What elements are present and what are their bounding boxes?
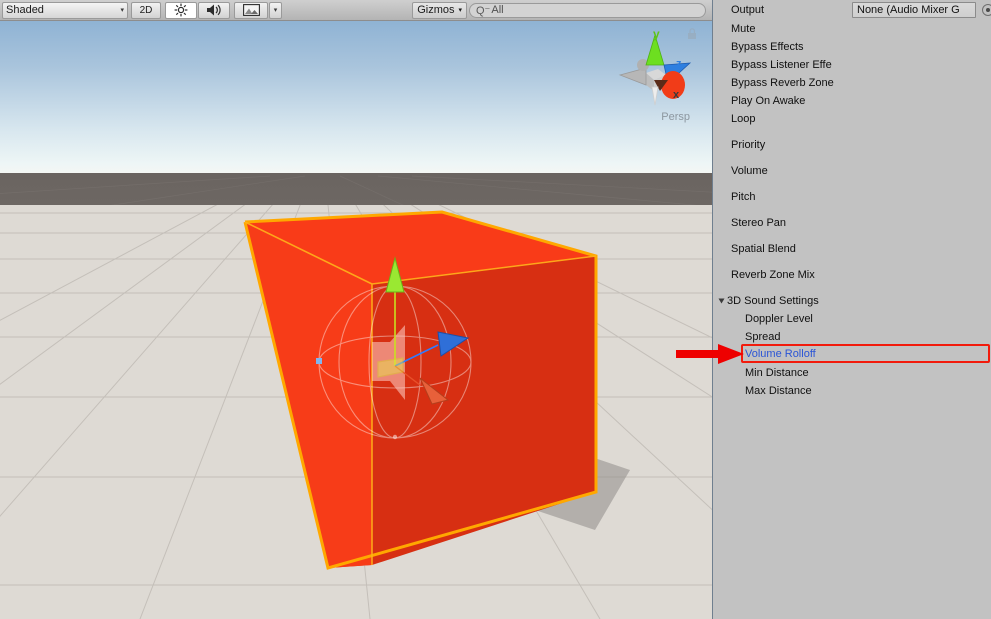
scene-search-text: All: [491, 4, 504, 16]
loop-label: Loop: [731, 111, 755, 127]
scene-view[interactable]: y z x Persp Shaded ▾ 2D ▾ Gizmos ▾ Q⁻ Al…: [0, 0, 712, 619]
min-distance-label-text: Min Distance: [745, 367, 809, 379]
lighting-toggle-button[interactable]: [165, 1, 197, 19]
projection-mode-label: Persp: [661, 111, 690, 123]
draw-mode-dropdown[interactable]: Shaded ▾: [2, 1, 128, 19]
volume-rolloff-label-text: Volume Rolloff: [745, 348, 816, 360]
pitch-label-text: Pitch: [731, 191, 756, 203]
bypass-listener-effects-label-text: Bypass Listener Effe: [731, 59, 832, 71]
scene-search-input[interactable]: Q⁻ All: [469, 2, 706, 18]
draw-mode-label: Shaded: [6, 4, 44, 16]
bypass-reverb-zones-label-text: Bypass Reverb Zone: [731, 77, 834, 89]
bypass-listener-effects-label: Bypass Listener Effe: [731, 57, 832, 73]
gizmo-axis-z: z: [676, 58, 682, 70]
lock-icon: [688, 28, 696, 39]
play-on-awake-label: Play On Awake: [731, 93, 805, 109]
bypass-effects-label: Bypass Effects: [731, 39, 804, 55]
doppler-level-label-text: Doppler Level: [745, 313, 813, 325]
right-arrow-icon: [676, 344, 744, 364]
volume-label-text: Volume: [731, 165, 768, 177]
loop-label-text: Loop: [731, 113, 756, 125]
bypass-effects-label-text: Bypass Effects: [731, 41, 804, 53]
output-label: Output: [731, 4, 765, 16]
output-object-field[interactable]: None (Audio Mixer G: [852, 2, 976, 18]
3d-sound-settings-label: 3D Sound Settings: [727, 295, 819, 307]
reverb-zone-mix-label-text: Reverb Zone Mix: [731, 269, 815, 281]
sun-icon: [174, 3, 188, 17]
scene-grid: [0, 205, 712, 619]
gizmo-axis-y: y: [653, 27, 660, 41]
gizmos-label: Gizmos: [417, 4, 455, 16]
mute-label-text: Mute: [731, 23, 756, 35]
spread-label: Spread: [745, 329, 780, 345]
spatial-blend-label-text: Spatial Blend: [731, 243, 796, 255]
reverb-zone-mix-label: Reverb Zone Mix: [731, 267, 815, 283]
mute-label: Mute: [731, 21, 755, 37]
chevron-down-icon: ▾: [120, 7, 124, 14]
output-value: None (Audio Mixer G: [857, 4, 960, 16]
search-icon: Q⁻: [476, 4, 491, 17]
triangle-down-icon: [718, 298, 725, 304]
volume-rolloff-label: Volume Rolloff: [745, 346, 816, 362]
spatial-blend-label: Spatial Blend: [731, 241, 796, 257]
pitch-label: Pitch: [731, 189, 755, 205]
output-label-row: Output: [731, 2, 764, 18]
priority-label-text: Priority: [731, 139, 766, 151]
spread-label-text: Spread: [745, 331, 781, 343]
speaker-icon: [207, 4, 221, 16]
audio-toggle-button[interactable]: [198, 1, 230, 19]
min-distance-label: Min Distance: [745, 365, 809, 381]
gizmos-dropdown[interactable]: Gizmos ▾: [412, 1, 467, 19]
stereo-pan-label: Stereo Pan: [731, 215, 786, 231]
3d-sound-settings-foldout[interactable]: 3D Sound Settings: [718, 293, 819, 309]
scene-view-toolbar[interactable]: Shaded ▾ 2D ▾ Gizmos ▾ Q⁻ All: [0, 0, 712, 21]
toggle-2d-button[interactable]: 2D: [131, 1, 161, 19]
play-on-awake-label-text: Play On Awake: [731, 95, 806, 107]
image-icon: [242, 4, 260, 16]
bypass-reverb-zones-label: Bypass Reverb Zone: [731, 75, 834, 91]
unity-editor-window: y z x Persp Shaded ▾ 2D ▾ Gizmos ▾ Q⁻ Al…: [0, 0, 991, 619]
chevron-down-icon: ▾: [458, 7, 462, 14]
effects-dropdown-button[interactable]: ▾: [269, 1, 282, 19]
priority-label: Priority: [731, 137, 765, 153]
effects-toggle-button[interactable]: [234, 1, 268, 19]
volume-label: Volume: [731, 163, 768, 179]
max-distance-label-text: Max Distance: [745, 385, 812, 397]
stereo-pan-label-text: Stereo Pan: [731, 217, 787, 229]
object-picker-icon[interactable]: [982, 4, 991, 16]
max-distance-label: Max Distance: [745, 383, 812, 399]
chevron-down-icon: ▾: [273, 7, 278, 14]
audio-source-inspector[interactable]: Output None (Audio Mixer G Mute Bypass E…: [712, 0, 991, 619]
gizmo-axis-x: x: [673, 89, 680, 101]
doppler-level-label: Doppler Level: [745, 311, 813, 327]
